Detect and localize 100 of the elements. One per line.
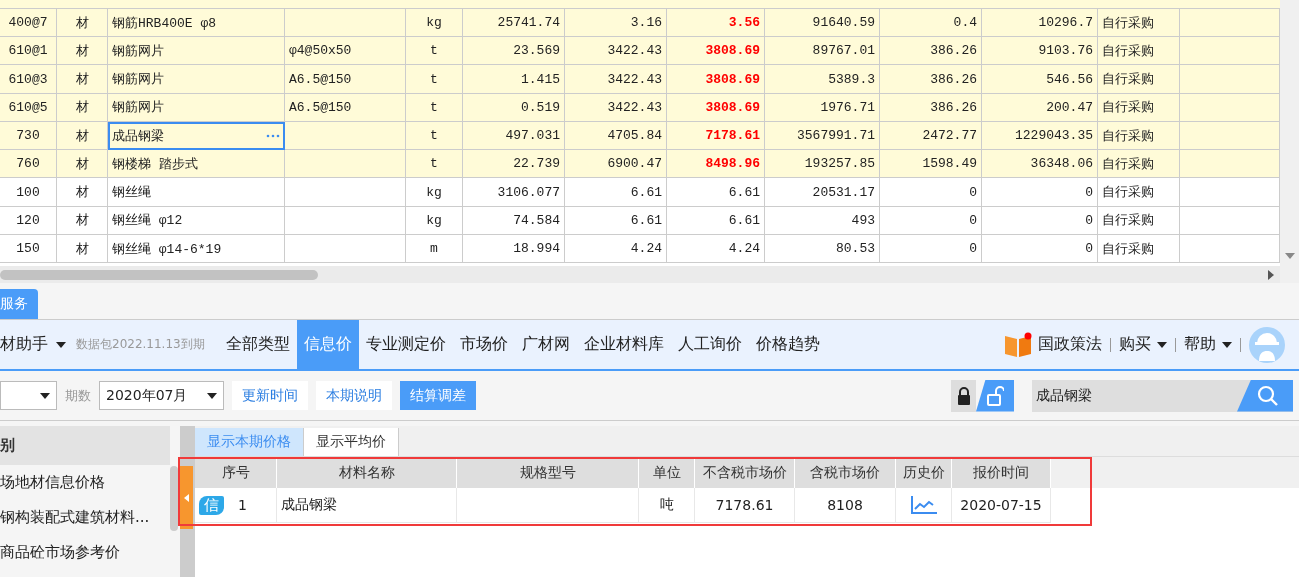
sidebar-item[interactable]: 钢构装配式建筑材料... xyxy=(0,500,170,535)
table-cell: 钢丝绳 φ12 xyxy=(108,206,285,235)
unlock-icon[interactable] xyxy=(986,385,1004,406)
table-cell: 3106.077 xyxy=(463,178,565,207)
table-cell: A6.5@150 xyxy=(285,65,406,94)
column-header: 不含税市场价 xyxy=(695,457,795,488)
table-cell: 8108 xyxy=(795,488,896,523)
view-tab[interactable]: 显示平均价 xyxy=(304,428,399,456)
table-row[interactable]: 610@3 材 钢筋网片 A6.5@150 t 1.415 3422.43 3808.69 5389.3 386.26 546.56 自行采购 xyxy=(0,65,1280,94)
table-cell: 材 xyxy=(57,65,108,94)
table-cell: 3422.43 xyxy=(565,65,667,94)
sidebar-item[interactable]: 场地材信息价格 xyxy=(0,465,170,500)
lock-icon[interactable] xyxy=(955,385,972,406)
line-chart-icon[interactable] xyxy=(910,496,937,514)
table-cell: 0 xyxy=(880,234,982,264)
column-header: 材料名称 xyxy=(277,457,457,488)
table-row[interactable]: 150 材 钢丝绳 φ14-6*19 m 18.994 4.24 4.24 80.53 0 0 自行采购 xyxy=(0,234,1280,264)
table-cell: 0 xyxy=(880,206,982,235)
table-cell: 610@5 xyxy=(0,93,57,122)
table-cell[interactable]: 成品钢梁 xyxy=(108,121,285,151)
table-cell: 546.56 xyxy=(982,65,1098,94)
table-cell: 1.415 xyxy=(463,65,565,94)
scrollbar-thumb[interactable] xyxy=(170,466,178,531)
nav-tab[interactable]: 全部类型 xyxy=(218,320,297,369)
sidebar-item[interactable]: 商品砼市场参考价 xyxy=(0,535,170,570)
table-cell: 2020-07-15 xyxy=(952,488,1051,523)
period-label: 期数 xyxy=(65,386,91,405)
table-row[interactable]: 100 材 钢丝绳 kg 3106.077 6.61 6.61 20531.17 0 0 自行采购 xyxy=(0,178,1280,207)
table-cell: 材 xyxy=(57,206,108,235)
table-cell: 自行采购 xyxy=(1098,234,1180,264)
table-row[interactable]: 400@7 材 钢筋HRB400E φ8 kg 25741.74 3.16 3.56 91640.59 0.4 10296.7 自行采购 xyxy=(0,8,1280,38)
search-field[interactable]: 成品钢梁 xyxy=(1032,379,1293,412)
table-cell: 0.519 xyxy=(463,93,565,122)
table-cell: 自行采购 xyxy=(1098,93,1180,122)
table-cell: 610@3 xyxy=(0,65,57,94)
nav-tab[interactable]: 价格趋势 xyxy=(748,320,827,369)
table-row[interactable]: 730 材 成品钢梁 t 497.031 4705.84 7178.61 3567991.71 2472.77 1229043.35 自行采购 xyxy=(0,121,1280,151)
policy-link[interactable]: 国政策法 xyxy=(1038,334,1102,355)
table-cell: 3808.69 xyxy=(667,93,765,122)
column-header: 含税市场价 xyxy=(795,457,896,488)
scroll-down-icon[interactable] xyxy=(1284,253,1295,259)
book-icon xyxy=(1004,331,1032,358)
table-cell: 7178.61 xyxy=(695,488,795,523)
table-cell: 材 xyxy=(57,93,108,122)
scroll-right-icon[interactable] xyxy=(1268,269,1274,280)
table-cell: 6.61 xyxy=(565,178,667,207)
table-cell: m xyxy=(406,234,463,264)
table-cell: t xyxy=(406,65,463,94)
nav-tab[interactable]: 市场价 xyxy=(452,320,515,369)
table-cell: 钢丝绳 xyxy=(108,178,285,207)
help-menu[interactable]: 帮助 xyxy=(1184,334,1216,355)
collapse-handle[interactable] xyxy=(180,466,193,529)
table-cell: 6.61 xyxy=(565,206,667,235)
nav-tab[interactable]: 专业测定价 xyxy=(358,320,453,369)
table-cell: 0 xyxy=(982,178,1098,207)
table-cell: 386.26 xyxy=(880,65,982,94)
nav-tab[interactable]: 人工询价 xyxy=(670,320,749,369)
search-button[interactable] xyxy=(1237,379,1293,412)
table-cell: kg xyxy=(406,206,463,235)
caret-icon xyxy=(40,392,50,399)
table-cell: 钢丝绳 φ14-6*19 xyxy=(108,234,285,264)
caret-icon xyxy=(207,392,217,399)
table-cell: 吨 xyxy=(639,488,695,523)
table-cell: 20531.17 xyxy=(765,178,880,207)
row-number: 1 xyxy=(238,497,247,513)
avatar-icon[interactable] xyxy=(1249,326,1285,363)
scrollbar-thumb[interactable] xyxy=(0,269,318,280)
table-cell: 3808.69 xyxy=(667,65,765,94)
period-select[interactable]: 2020年07月 xyxy=(99,381,224,410)
table-cell: 4.24 xyxy=(565,234,667,264)
table-cell: 1976.71 xyxy=(765,93,880,122)
column-header: 规格型号 xyxy=(457,457,639,488)
table-cell: kg xyxy=(406,178,463,207)
table-row[interactable]: 610@5 材 钢筋网片 A6.5@150 t 0.519 3422.43 3808.69 1976.71 386.26 200.47 自行采购 xyxy=(0,93,1280,122)
nav-tab[interactable]: 广材网 xyxy=(514,320,577,369)
assistant-label[interactable]: 材助手 xyxy=(0,334,48,355)
table-cell: 200.47 xyxy=(982,93,1098,122)
sidebar-header: 别 xyxy=(0,426,170,465)
table-row[interactable]: 760 材 钢楼梯 踏步式 t 22.739 6900.47 8498.96 193257.85 1598.49 36348.06 自行采购 xyxy=(0,150,1280,179)
nav-tab[interactable]: 企业材料库 xyxy=(576,320,671,369)
table-cell: 钢筋网片 xyxy=(108,93,285,122)
buy-menu[interactable]: 购买 xyxy=(1119,334,1151,355)
table-cell: 493 xyxy=(765,206,880,235)
filter-button[interactable]: 更新时间 xyxy=(232,381,308,410)
table-cell: A6.5@150 xyxy=(285,93,406,122)
column-header: 历史价 xyxy=(896,457,952,488)
table-cell: t xyxy=(406,93,463,122)
table-cell: 100 xyxy=(0,178,57,207)
table-cell: 386.26 xyxy=(880,93,982,122)
table-cell: 自行采购 xyxy=(1098,65,1180,94)
table-row[interactable]: 120 材 钢丝绳 φ12 kg 74.584 6.61 6.61 493 0 0 自行采购 xyxy=(0,206,1280,235)
filter-button[interactable]: 本期说明 xyxy=(316,381,392,410)
category-select[interactable] xyxy=(0,381,57,410)
caret-icon xyxy=(1222,341,1232,348)
table-row[interactable]: 610@1 材 钢筋网片 φ4@50x50 t 23.569 3422.43 3808.69 89767.01 386.26 9103.76 自行采购 xyxy=(0,37,1280,66)
table-cell: 自行采购 xyxy=(1098,178,1180,207)
table-cell: 80.53 xyxy=(765,234,880,264)
caret-icon xyxy=(1157,341,1167,348)
table-cell: 材 xyxy=(57,178,108,207)
more-icon[interactable] xyxy=(266,133,280,138)
